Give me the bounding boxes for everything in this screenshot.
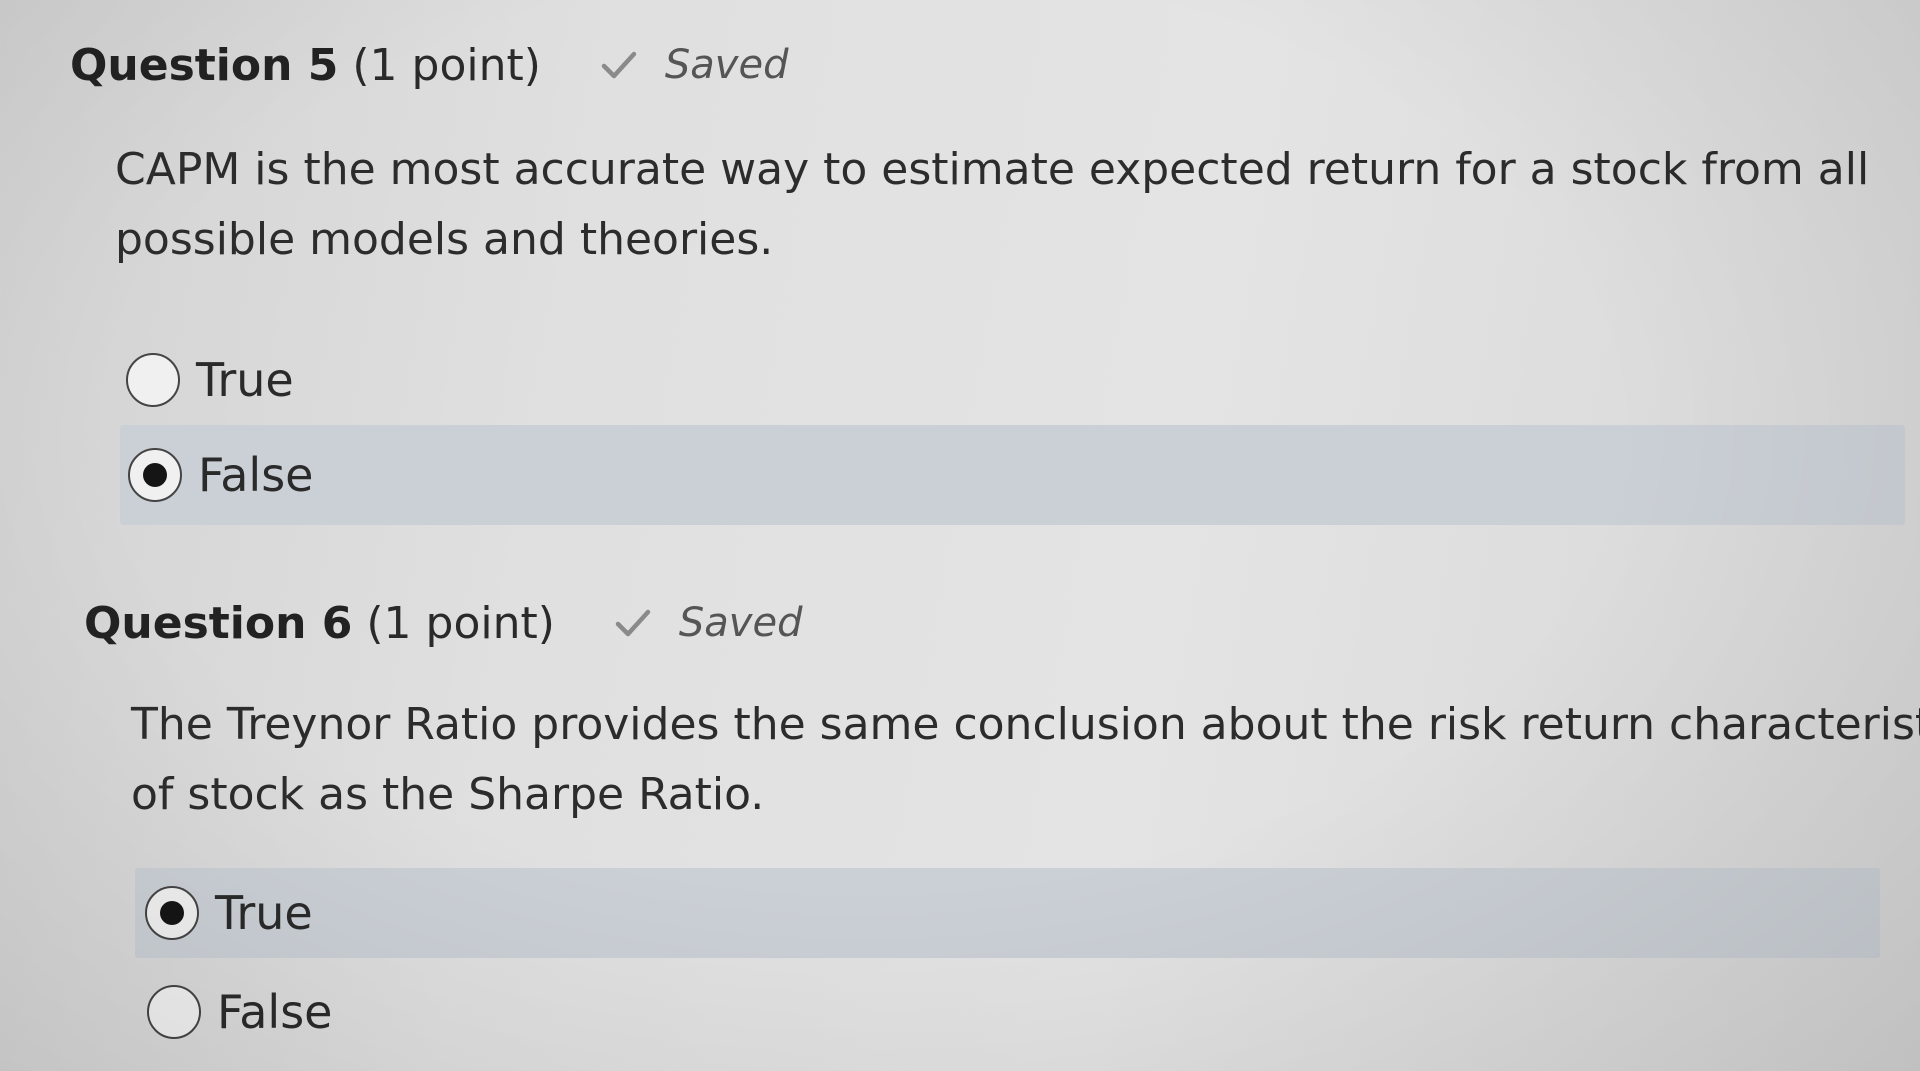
question-text-line: The Treynor Ratio provides the same conc… [131,699,1920,750]
question-header: Question 5 (1 point) Saved [70,40,788,91]
radio-button[interactable] [126,353,180,407]
choice-true[interactable]: True [135,868,1880,958]
saved-status: Saved [615,600,803,646]
question-title: Question 6 [84,598,353,649]
question-points: (1 point) [352,40,541,91]
question-title: Question 5 [70,40,339,91]
choice-false[interactable]: False [135,970,747,1054]
saved-status: Saved [601,42,789,88]
question-text-line: possible models and theories. [115,214,774,265]
question-text: The Treynor Ratio provides the same conc… [131,690,1920,830]
saved-label: Saved [678,600,803,646]
choice-label: False [198,448,314,502]
radio-dot [143,463,167,487]
choice-label: True [196,353,294,407]
choice-false[interactable]: False [120,425,1905,525]
saved-label: Saved [664,42,789,88]
radio-dot [160,901,184,925]
choice-true[interactable]: True [120,340,726,420]
question-text-line: of stock as the Sharpe Ratio. [131,769,765,820]
question-points: (1 point) [366,598,555,649]
check-icon [615,609,651,637]
question-text: CAPM is the most accurate way to estimat… [115,135,1869,275]
radio-button-selected[interactable] [145,886,199,940]
radio-button-selected[interactable] [128,448,182,502]
choice-label: True [215,886,313,940]
radio-button[interactable] [147,985,201,1039]
question-text-line: CAPM is the most accurate way to estimat… [115,144,1870,195]
question-header: Question 6 (1 point) Saved [84,598,802,649]
check-icon [601,51,637,79]
choice-label: False [217,985,333,1039]
